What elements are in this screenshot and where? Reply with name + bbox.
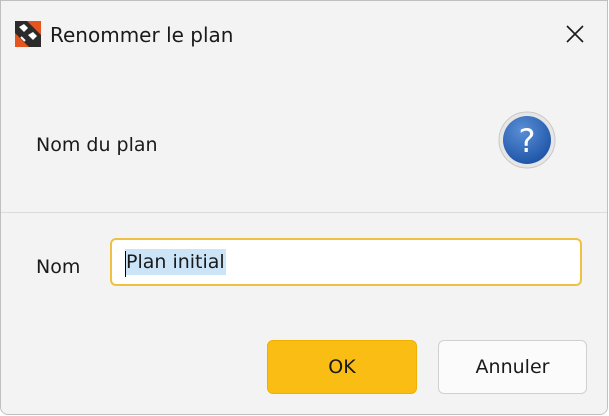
name-input[interactable]: Plan initial — [110, 238, 582, 286]
ok-button[interactable]: OK — [267, 340, 417, 394]
name-input-value[interactable]: Plan initial — [125, 249, 226, 275]
help-question-icon: ? — [498, 111, 556, 169]
dialog-content: Nom Plan initial OK Annuler — [1, 213, 607, 414]
title-bar: Renommer le plan — [1, 1, 607, 71]
header-text: Nom du plan — [36, 134, 158, 156]
dialog-header: Nom du plan ? — [1, 71, 607, 213]
rename-plan-dialog: Renommer le plan Nom du plan ? Nom Plan … — [0, 0, 608, 415]
close-button[interactable] — [547, 9, 603, 59]
close-icon — [566, 25, 584, 43]
svg-text:?: ? — [519, 122, 536, 160]
text-caret — [125, 251, 126, 277]
cancel-button[interactable]: Annuler — [438, 340, 587, 394]
application-logo-icon — [15, 21, 41, 47]
dialog-title: Renommer le plan — [50, 23, 234, 47]
name-label: Nom — [36, 256, 81, 278]
